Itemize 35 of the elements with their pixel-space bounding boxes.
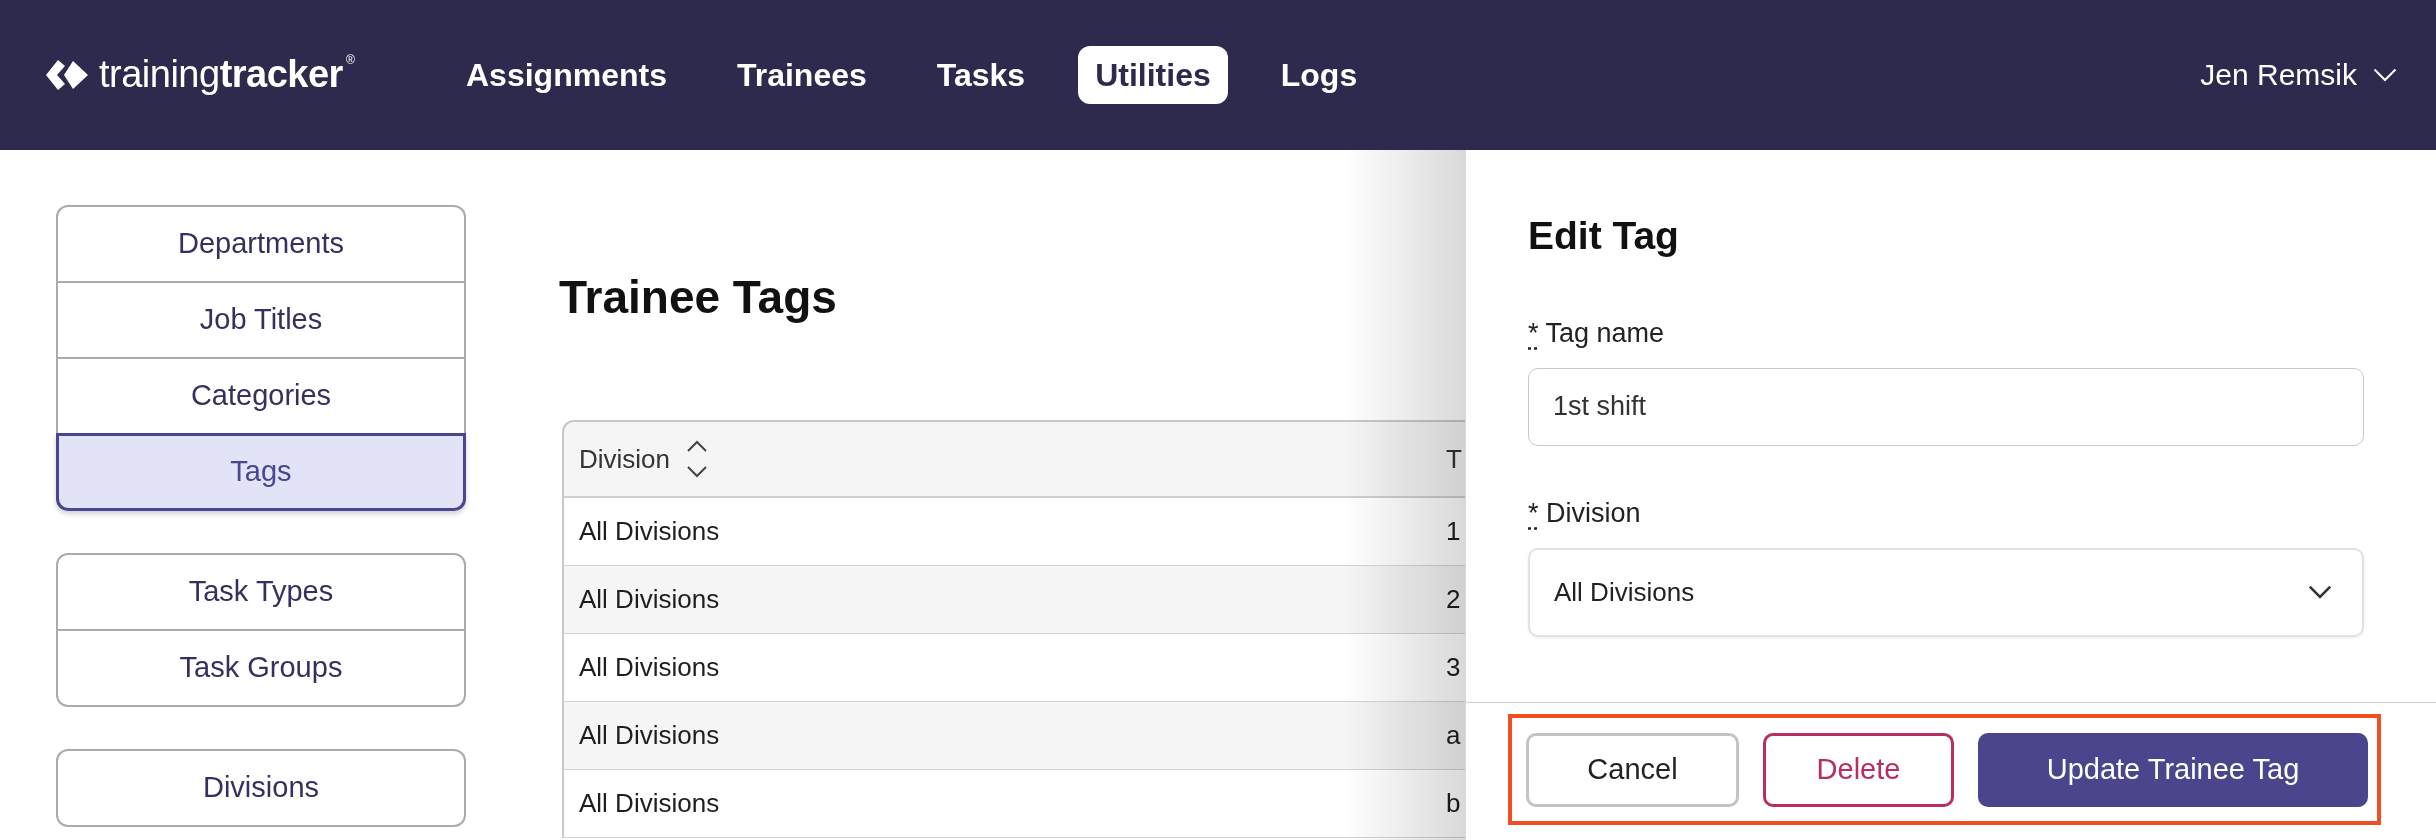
nav-link[interactable]: Tasks [919,45,1043,105]
table-cell: a [1434,702,1465,771]
select-field[interactable]: All Divisions [1528,547,2364,637]
table-cell: 2 [1434,566,1465,635]
nav-link[interactable]: Utilities [1078,45,1228,105]
table-cell: All Divisions [562,634,1434,703]
page-title: Trainee Tags [559,270,838,325]
table-cell: All Divisions [562,498,1434,567]
user-menu[interactable]: Jen Remsik [2200,57,2397,93]
nav-link[interactable]: Trainees [719,45,884,105]
delete-button[interactable]: Delete [1763,732,1954,807]
panel-title: Edit Tag [1528,213,1680,259]
sidebar-item[interactable]: Task Types [56,553,466,631]
table-cell: All Divisions [562,566,1434,635]
logo-text: trainingtracker$^{®}$ [99,54,355,96]
sidebar-item[interactable]: Task Groups [56,629,466,707]
chevron-down-icon [2308,585,2332,600]
table-cell: All Divisions [562,702,1434,771]
field-label: * Tag name [1528,316,1666,349]
submit-button[interactable]: Update Trainee Tag [1978,732,2368,807]
sidebar-item[interactable]: Tags [56,433,466,511]
cancel-button[interactable]: Cancel [1526,732,1739,807]
chevron-diamond-icon [45,58,89,92]
sidebar-item[interactable]: Departments [56,205,466,283]
text-input[interactable]: 1st shift [1528,367,2364,446]
field-label: * Division [1528,496,1642,529]
nav-link[interactable]: Assignments [449,45,684,105]
sidebar-item[interactable]: Divisions [56,749,466,827]
column-header: T [1434,420,1465,499]
column-header[interactable]: Division [562,420,1434,499]
sidebar-item[interactable]: Categories [56,357,466,435]
sidebar-item[interactable]: Job Titles [56,281,466,359]
nav-link[interactable]: Logs [1263,45,1375,105]
table-cell: All Divisions [562,770,1434,839]
chevron-down-icon [2373,68,2397,82]
